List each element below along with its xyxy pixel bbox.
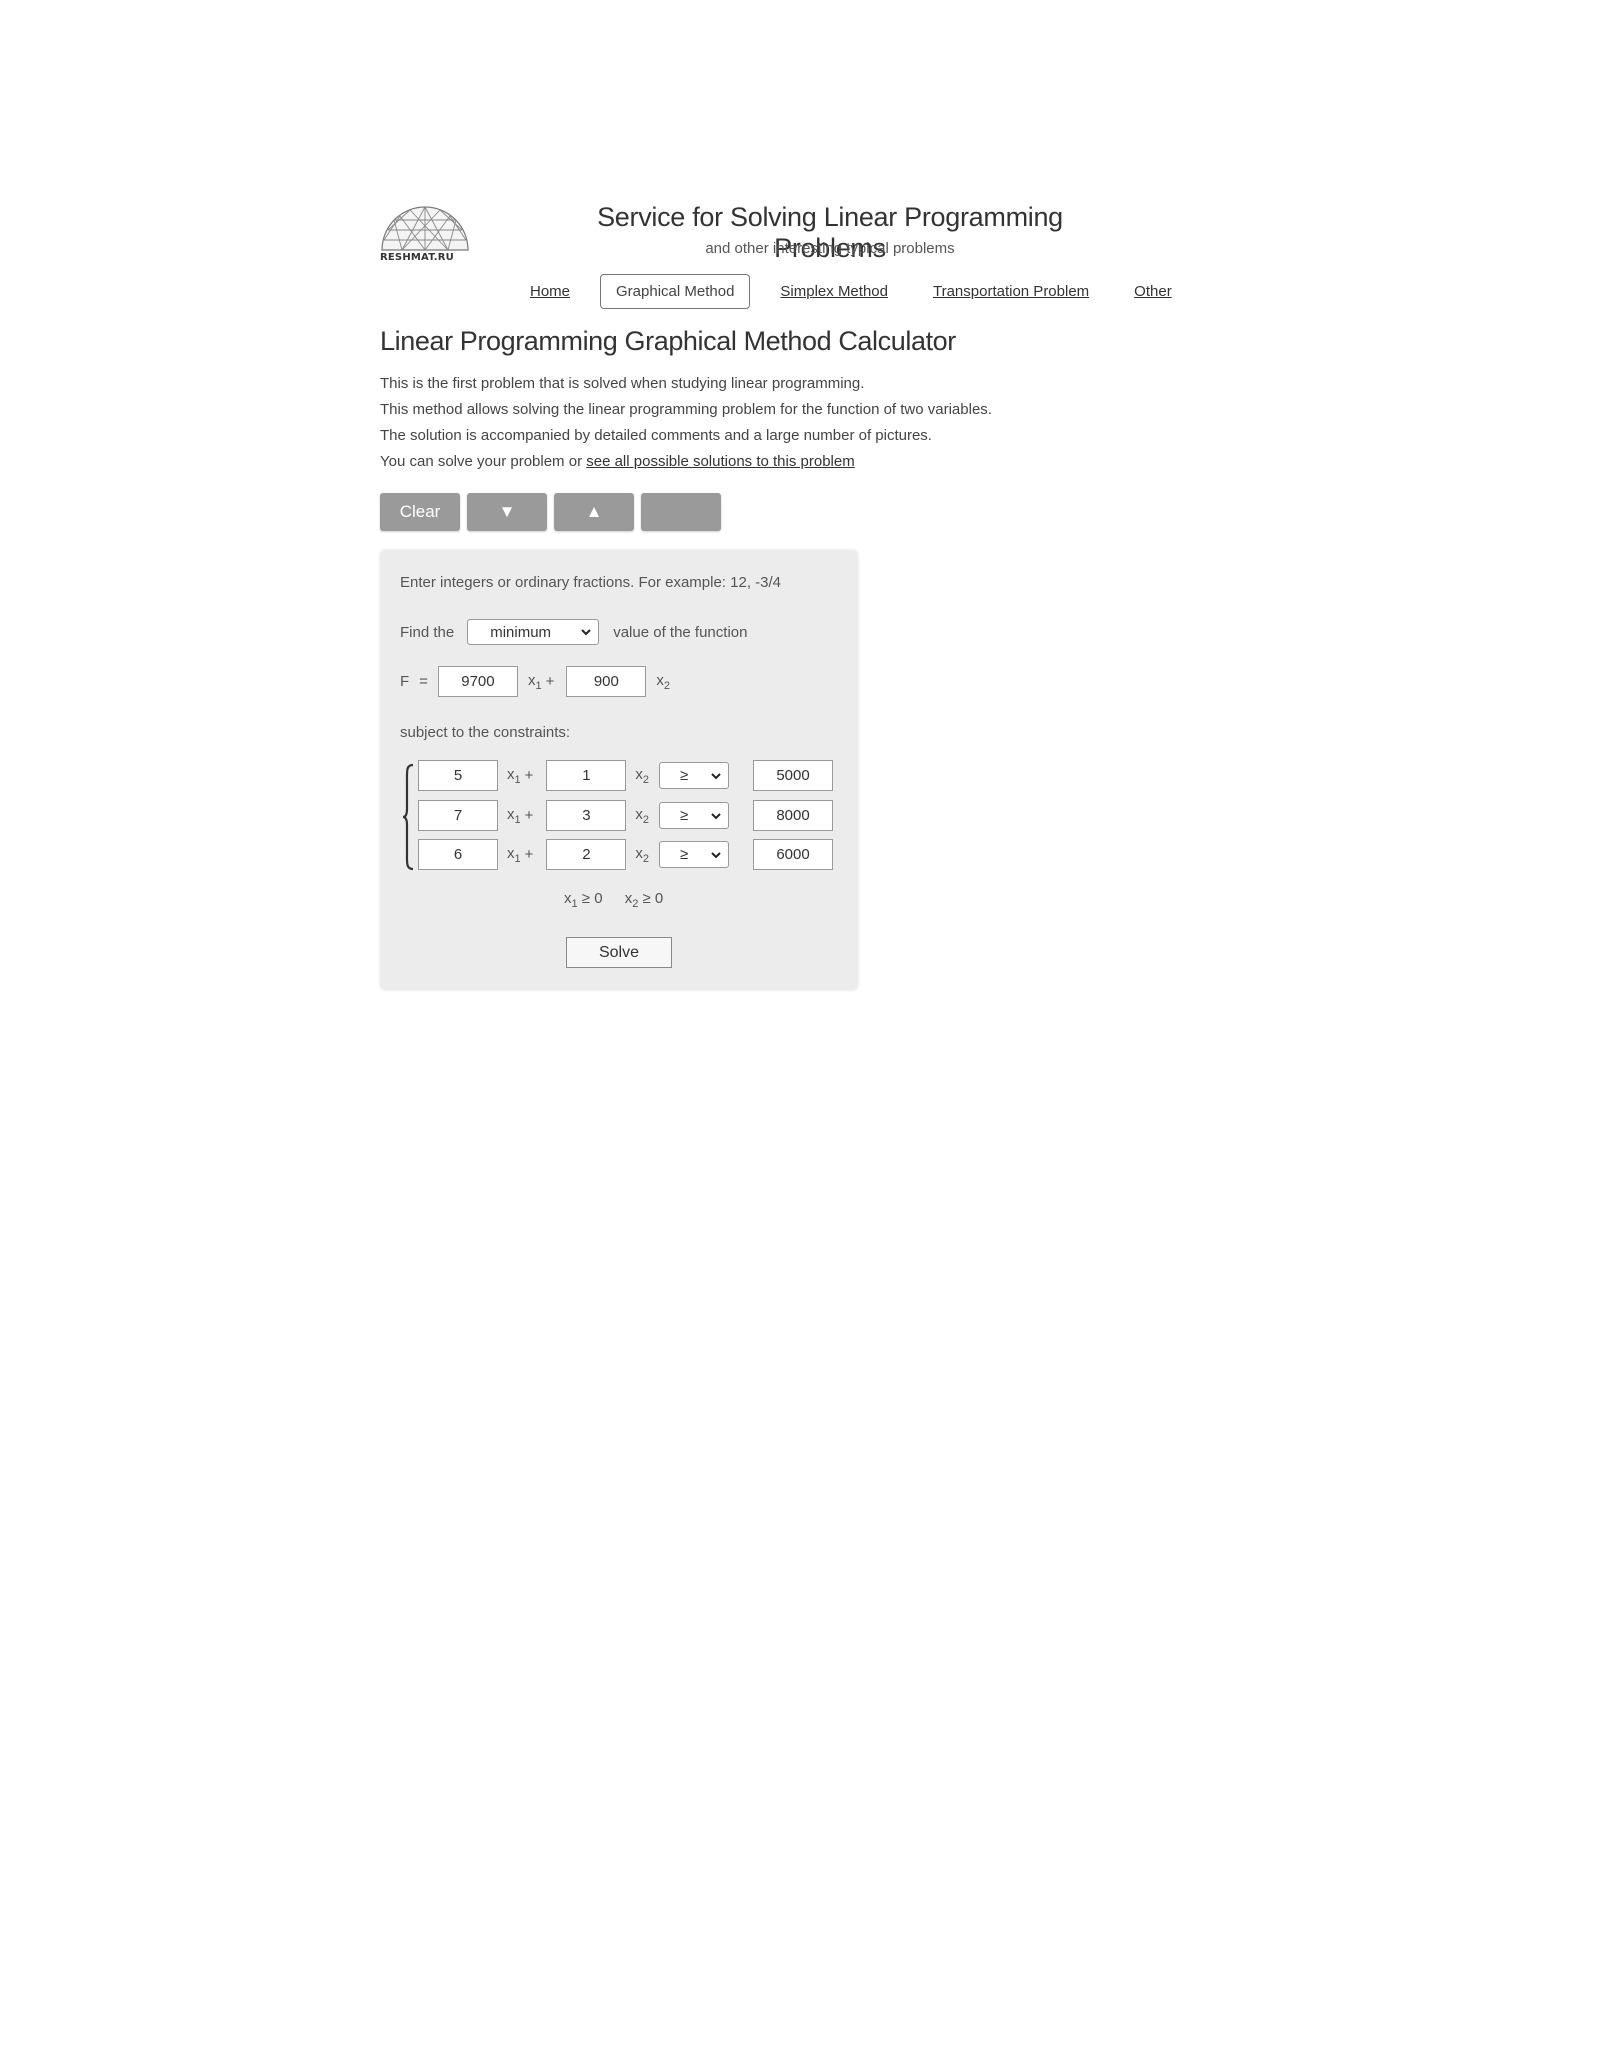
x1-nonneg: x1 ≥ 0 <box>564 890 603 910</box>
find-prefix: Find the <box>400 623 455 641</box>
logo-text: RESHMAT.RU <box>380 252 454 263</box>
add-row-button[interactable]: ▲ <box>554 493 634 531</box>
chevron-down-icon <box>711 851 721 858</box>
extra-button[interactable] <box>641 493 721 531</box>
var-x1: x1 <box>507 805 521 826</box>
page: RESHMAT.RU Service for Solving Linear Pr… <box>380 196 1240 990</box>
var-x2: x2 <box>635 805 650 826</box>
constraint-2-coef-x2[interactable]: 3 <box>546 800 627 831</box>
plus-sign: + <box>524 807 534 824</box>
intro: This is the first problem that is solved… <box>380 371 992 475</box>
main-nav: Home Graphical Method Simplex Method Tra… <box>530 272 1217 310</box>
logo[interactable]: RESHMAT.RU <box>380 196 470 268</box>
all-solutions-link[interactable]: see all possible solutions to this probl… <box>586 453 854 470</box>
toolbar: Clear ▼ ▲ <box>380 493 728 531</box>
constraint-1-sign-select[interactable]: ≥ <box>659 762 730 789</box>
objective-type-select[interactable]: minimum <box>467 619 600 645</box>
constraint-1-coef-x1[interactable]: 5 <box>418 760 498 791</box>
input-panel: Enter integers or ordinary fractions. Fo… <box>380 550 858 990</box>
plus-sign: + <box>524 846 534 863</box>
objective-type-value: minimum <box>490 623 552 641</box>
x2-nonneg: x2 ≥ 0 <box>624 890 664 910</box>
remove-row-button[interactable]: ▼ <box>467 493 547 531</box>
input-hint: Enter integers or ordinary fractions. Fo… <box>400 574 782 591</box>
var-x1: x1 <box>507 765 521 786</box>
intro-line-with-link: You can solve your problem or see all po… <box>380 449 992 475</box>
constraint-row: 5 x1 + 1 x2 ≥ 5000 <box>418 760 834 791</box>
var-x2: x2 <box>635 765 650 786</box>
plus-sign: + <box>545 673 555 690</box>
f-coef2-input[interactable]: 900 <box>566 666 647 697</box>
f-coef1-input[interactable]: 9700 <box>437 666 518 697</box>
constraints-label: subject to the constraints: <box>400 724 571 741</box>
constraint-3-coef-x2[interactable]: 2 <box>546 839 627 870</box>
constraint-1-coef-x2[interactable]: 1 <box>546 760 627 791</box>
constraint-2-coef-x1[interactable]: 7 <box>418 800 498 831</box>
chevron-down-icon <box>581 629 591 636</box>
var-x1: x1 <box>507 844 521 865</box>
nav-graphical-method[interactable]: Graphical Method <box>600 273 751 309</box>
objective-row: Find the minimum value of the function <box>400 619 747 645</box>
f-label: F <box>400 673 410 690</box>
constraint-row: 7 x1 + 3 x2 ≥ 8000 <box>418 800 834 831</box>
constraint-3-coef-x1[interactable]: 6 <box>418 839 498 870</box>
nav-simplex-method[interactable]: Simplex Method <box>780 283 888 300</box>
constraint-3-sign-select[interactable]: ≥ <box>659 841 730 868</box>
intro-line: This method allows solving the linear pr… <box>380 401 992 418</box>
page-title: Linear Programming Graphical Method Calc… <box>380 326 956 356</box>
constraint-row: 6 x1 + 2 x2 ≥ 6000 <box>418 839 834 870</box>
intro-line: You can solve your problem or <box>380 453 583 470</box>
var-x1: x1 <box>527 671 542 692</box>
intro-line: The solution is accompanied by detailed … <box>380 427 932 444</box>
plus-sign: + <box>524 767 534 784</box>
site-subtitle: and other interesting typical problems <box>705 240 955 257</box>
header: RESHMAT.RU Service for Solving Linear Pr… <box>380 196 1240 309</box>
geodesic-dome-icon <box>381 206 469 251</box>
equals-sign: = <box>419 673 428 690</box>
chevron-down-icon <box>711 812 721 819</box>
constraint-2-rhs[interactable]: 8000 <box>753 800 834 831</box>
clear-button[interactable]: Clear <box>380 493 460 531</box>
solve-button[interactable]: Solve <box>566 937 672 968</box>
constraint-1-rhs[interactable]: 5000 <box>753 760 834 791</box>
constraint-2-sign-select[interactable]: ≥ <box>659 802 730 829</box>
nav-transportation-problem[interactable]: Transportation Problem <box>933 283 1089 300</box>
system-brace-icon <box>402 763 414 871</box>
function-row: F = 9700 x1 + 900 x2 <box>400 666 670 697</box>
nav-other[interactable]: Other <box>1134 283 1172 300</box>
nav-home[interactable]: Home <box>530 283 570 300</box>
chevron-down-icon <box>711 772 721 779</box>
var-x2: x2 <box>635 844 650 865</box>
non-negativity-conditions: x1 ≥ 0 x2 ≥ 0 <box>564 890 663 910</box>
var-x2: x2 <box>656 671 670 692</box>
find-suffix: value of the function <box>613 623 748 641</box>
intro-line: This is the first problem that is solved… <box>380 375 865 392</box>
constraint-3-rhs[interactable]: 6000 <box>753 839 834 870</box>
